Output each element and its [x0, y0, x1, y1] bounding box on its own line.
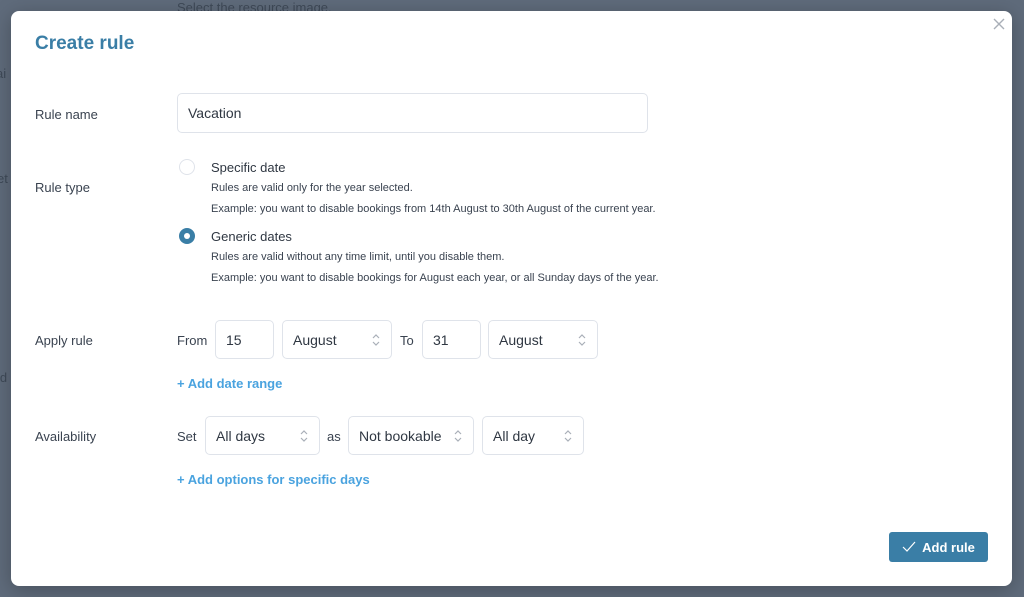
chevron-updown-icon [454, 429, 462, 442]
background-fragment: ld [0, 370, 8, 385]
radio-generic-dates[interactable] [179, 228, 195, 244]
add-rule-label: Add rule [922, 539, 975, 555]
to-month-select[interactable]: August [488, 320, 598, 359]
close-button[interactable] [992, 17, 1006, 31]
to-day-value: 31 [433, 331, 449, 348]
modal-title: Create rule [35, 33, 135, 54]
from-month-value: August [293, 331, 337, 348]
days-value: All days [216, 427, 266, 444]
time-value: All day [493, 427, 536, 444]
radio-label-specific-date: Specific date [211, 160, 286, 175]
set-label: Set [177, 429, 197, 444]
add-rule-button[interactable]: Add rule [889, 532, 988, 562]
radio-label-generic-dates: Generic dates [211, 229, 292, 244]
availability-label: Availability [35, 429, 97, 444]
as-label: as [327, 429, 341, 444]
add-date-range-link[interactable]: + Add date range [177, 376, 282, 391]
chevron-updown-icon [300, 429, 308, 442]
close-icon [993, 18, 1005, 30]
apply-rule-label: Apply rule [35, 333, 93, 348]
days-select[interactable]: All days [205, 416, 320, 455]
add-specific-days-link[interactable]: + Add options for specific days [177, 472, 370, 487]
rule-name-label: Rule name [35, 107, 98, 122]
status-select[interactable]: Not bookable [348, 416, 474, 455]
from-month-select[interactable]: August [282, 320, 392, 359]
to-day-input[interactable]: 31 [422, 320, 481, 359]
from-day-input[interactable]: 15 [215, 320, 274, 359]
status-value: Not bookable [359, 427, 442, 444]
rule-name-input[interactable] [177, 93, 648, 133]
from-label: From [177, 333, 208, 348]
chevron-updown-icon [578, 333, 586, 346]
time-select[interactable]: All day [482, 416, 584, 455]
create-rule-modal: Create rule Rule name Rule type Specific… [11, 11, 1012, 586]
to-month-value: August [499, 331, 543, 348]
generic-dates-example: Example: you want to disable bookings fo… [211, 272, 659, 284]
chevron-updown-icon [372, 333, 380, 346]
background-fragment: ai [0, 66, 7, 81]
specific-date-example: Example: you want to disable bookings fr… [211, 203, 656, 215]
from-day-value: 15 [226, 331, 242, 348]
chevron-updown-icon [564, 429, 572, 442]
to-label: To [400, 333, 414, 348]
check-icon [902, 541, 916, 552]
radio-specific-date[interactable] [179, 159, 195, 175]
background-fragment: et [0, 171, 8, 186]
specific-date-description: Rules are valid only for the year select… [211, 182, 413, 194]
rule-type-label: Rule type [35, 180, 90, 195]
generic-dates-description: Rules are valid without any time limit, … [211, 251, 505, 263]
